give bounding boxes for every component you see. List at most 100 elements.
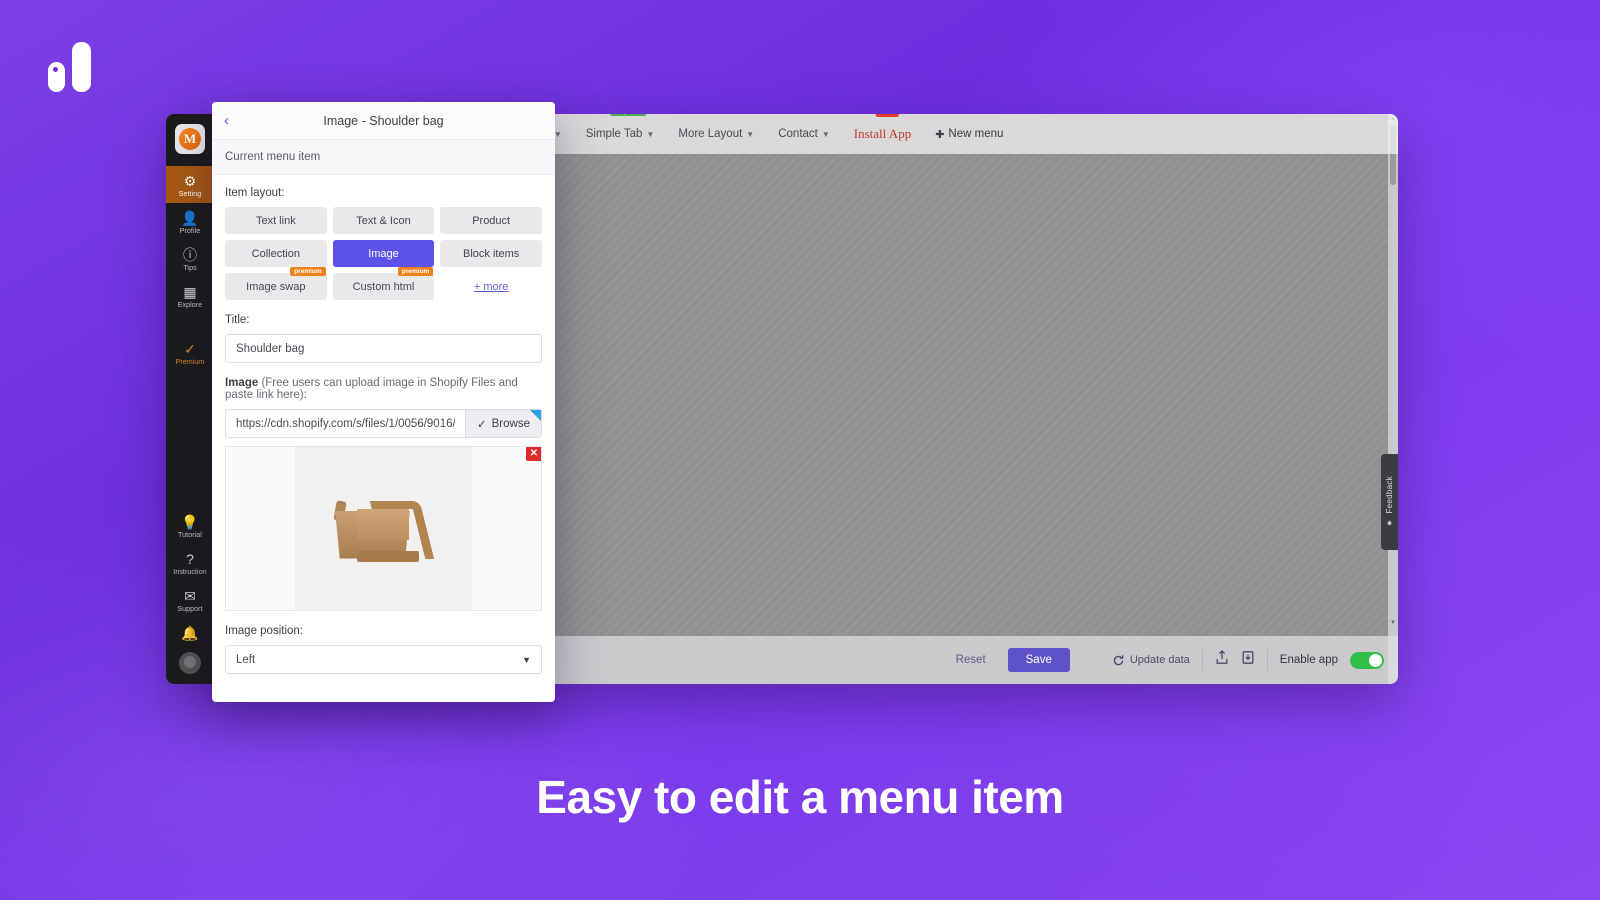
sidebar-item-label: Tips <box>183 265 197 272</box>
enable-app-toggle[interactable] <box>1350 651 1384 669</box>
nav-item-contact[interactable]: Contact ▼ <box>767 114 841 154</box>
refresh-icon <box>1113 654 1124 665</box>
browse-button[interactable]: ✓ Browse <box>465 409 542 438</box>
gear-icon: ⚙ <box>183 172 197 189</box>
sidebar-item-label: Profile <box>179 228 201 235</box>
layout-option-label: Text & Icon <box>356 214 411 227</box>
sidebar-item-label: Premium <box>175 359 205 366</box>
sidebar-item-label: Instruction <box>173 569 207 576</box>
image-position-row: Image position: Left ▼ <box>225 625 542 674</box>
sidebar-item-support[interactable]: ✉ Support <box>166 581 214 618</box>
star-icon: ✷ <box>1386 518 1393 528</box>
person-icon: 👤 <box>181 209 199 226</box>
import-icon[interactable] <box>1241 650 1255 670</box>
sidebar-item-tips[interactable]: ⓘ Tips <box>166 240 214 277</box>
app-logo <box>48 40 100 92</box>
layout-option-label: Text link <box>255 214 296 227</box>
nav-item-more-layout[interactable]: More Layout ▼ <box>667 114 765 154</box>
nav-item-install-app[interactable]: Free Install App <box>843 114 922 154</box>
nav-item-label: Simple Tab <box>585 128 643 140</box>
feedback-label: Feedback <box>1385 476 1394 514</box>
premium-badge: premium <box>397 267 434 276</box>
left-sidebar: M ⚙ Setting 👤 Profile ⓘ Tips ▦ Explore ✓… <box>166 114 214 684</box>
check-icon: ✓ <box>477 418 487 431</box>
nav-item-label: Contact <box>778 128 818 140</box>
image-field-label: Image (Free users can upload image in Sh… <box>225 377 542 401</box>
title-input[interactable] <box>225 334 542 363</box>
layout-option-text-icon[interactable]: Text & Icon <box>332 207 435 234</box>
sidebar-item-tutorial[interactable]: 💡 Tutorial <box>166 507 214 544</box>
sidebar-app-letter: M <box>179 128 201 150</box>
save-button[interactable]: Save <box>1007 648 1070 672</box>
layout-option-label: Image <box>368 247 399 260</box>
layout-option-more-link[interactable]: + more <box>440 273 542 300</box>
chevron-down-icon: ▼ <box>553 129 562 139</box>
check-icon: ✓ <box>184 340 196 357</box>
layout-option-product[interactable]: Product <box>440 207 542 234</box>
sidebar-item-notifications[interactable]: 🔔 <box>166 618 214 646</box>
panel-subtitle: Current menu item <box>212 140 555 175</box>
sidebar-item-premium[interactable]: ✓ Premium <box>166 334 214 371</box>
image-label-rest: (Free users can upload image in Shopify … <box>225 377 518 401</box>
layout-option-text-link[interactable]: Text link <box>225 207 327 234</box>
image-url-input[interactable] <box>225 409 465 438</box>
image-label-bold: Image <box>225 377 259 389</box>
layout-option-label: + more <box>473 280 509 293</box>
item-layout-label: Item layout: <box>225 187 285 199</box>
question-icon: ? <box>186 550 194 567</box>
nav-item-simple-tab[interactable]: Popular Simple Tab ▼ <box>575 114 666 154</box>
bulb-icon: 💡 <box>181 513 199 530</box>
avatar[interactable] <box>179 652 201 674</box>
browse-label: Browse <box>491 417 530 430</box>
sidebar-item-setting[interactable]: ⚙ Setting <box>166 166 214 203</box>
bell-icon: 🔔 <box>181 624 199 641</box>
layout-option-image-swap[interactable]: premium Image swap <box>225 267 327 300</box>
reset-button[interactable]: Reset <box>946 649 996 671</box>
plus-circle-icon: ✚ <box>935 128 945 141</box>
layout-option-label: Collection <box>251 247 300 260</box>
logo-small-bar <box>48 62 65 92</box>
image-preview: ✕ <box>225 446 542 611</box>
premium-badge: premium <box>290 267 326 276</box>
layout-option-label: Product <box>472 214 511 227</box>
layout-option-label: Custom html <box>352 280 415 293</box>
sidebar-item-label: Setting <box>178 191 202 198</box>
sidebar-item-profile[interactable]: 👤 Profile <box>166 203 214 240</box>
image-url-row: ✓ Browse <box>225 409 542 438</box>
export-icon[interactable] <box>1215 650 1229 670</box>
logo-tall-bar <box>72 42 91 92</box>
sidebar-item-label: Tutorial <box>178 532 202 539</box>
sidebar-item-explore[interactable]: ▦ Explore <box>166 277 214 314</box>
edit-item-panel: ‹ Image - Shoulder bag Current menu item… <box>212 102 555 702</box>
nav-item-new-menu[interactable]: ✚ New menu <box>924 114 1014 154</box>
layout-option-block-items[interactable]: Block items <box>440 240 542 267</box>
divider <box>1201 649 1203 671</box>
shoulder-bag-image <box>319 493 447 565</box>
panel-body: Item layout: Text link Text & Icon Produ… <box>212 175 555 702</box>
sidebar-item-label: Support <box>177 606 203 613</box>
bag-strap-bottom <box>357 550 420 562</box>
canvas-scrollbar[interactable]: ▲ ▼ <box>1388 114 1398 684</box>
corner-flag-icon <box>530 410 541 421</box>
nav-item-label: New menu <box>948 128 1004 140</box>
sidebar-app-icon[interactable]: M <box>175 124 205 154</box>
back-chevron-icon[interactable]: ‹ <box>224 113 229 128</box>
chevron-down-icon: ▼ <box>746 129 755 139</box>
update-data-button[interactable]: Update data <box>1112 654 1190 667</box>
item-layout-options: Text link Text & Icon Product Collection… <box>225 207 542 300</box>
scroll-down-icon[interactable]: ▼ <box>1388 618 1398 628</box>
image-position-select[interactable]: Left ▼ <box>225 645 542 674</box>
layout-option-collection[interactable]: Collection <box>225 240 327 267</box>
layout-option-image[interactable]: Image <box>332 240 435 267</box>
enable-app-label: Enable app <box>1279 654 1338 666</box>
image-position-value: Left <box>236 653 256 666</box>
grid-plus-icon: ▦ <box>183 283 197 300</box>
remove-image-button[interactable]: ✕ <box>526 447 541 461</box>
feedback-tab[interactable]: Feedback ✷ <box>1381 454 1398 550</box>
layout-option-custom-html[interactable]: premium Custom html <box>332 267 435 300</box>
image-position-label: Image position: <box>225 625 303 637</box>
page-title: Image - Shoulder bag <box>323 113 444 128</box>
sidebar-item-instruction[interactable]: ? Instruction <box>166 544 214 581</box>
panel-header: ‹ Image - Shoulder bag <box>212 102 555 140</box>
caption-headline: Easy to edit a menu item <box>536 771 1064 823</box>
